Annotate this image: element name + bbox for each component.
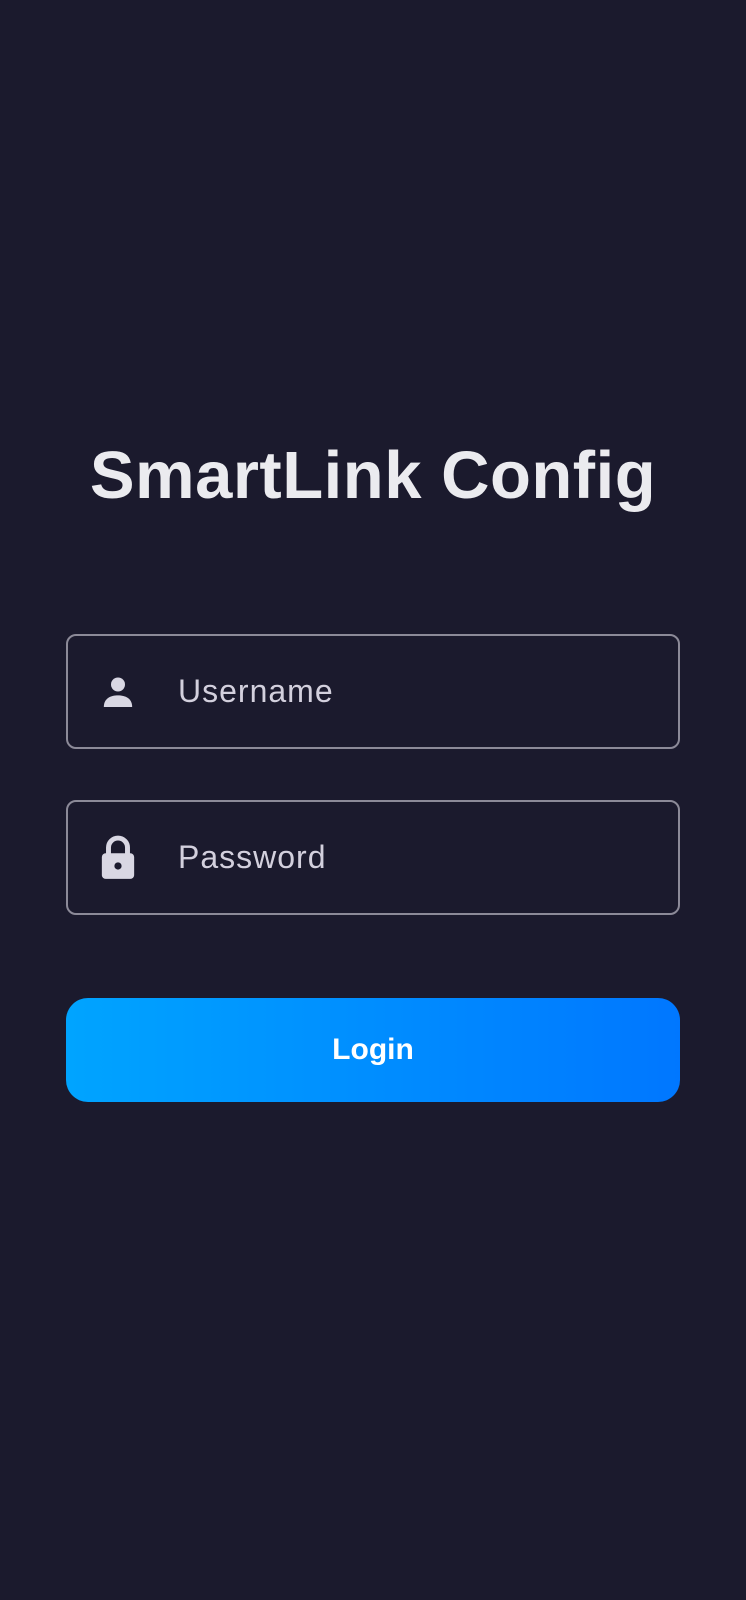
lock-icon — [98, 835, 138, 880]
login-button[interactable]: Login — [66, 998, 680, 1102]
password-input[interactable] — [178, 827, 678, 888]
password-field[interactable] — [66, 800, 680, 915]
username-input[interactable] — [178, 661, 678, 722]
username-field[interactable] — [66, 634, 680, 749]
page-title: SmartLink Config — [89, 438, 657, 513]
person-icon — [98, 670, 138, 714]
